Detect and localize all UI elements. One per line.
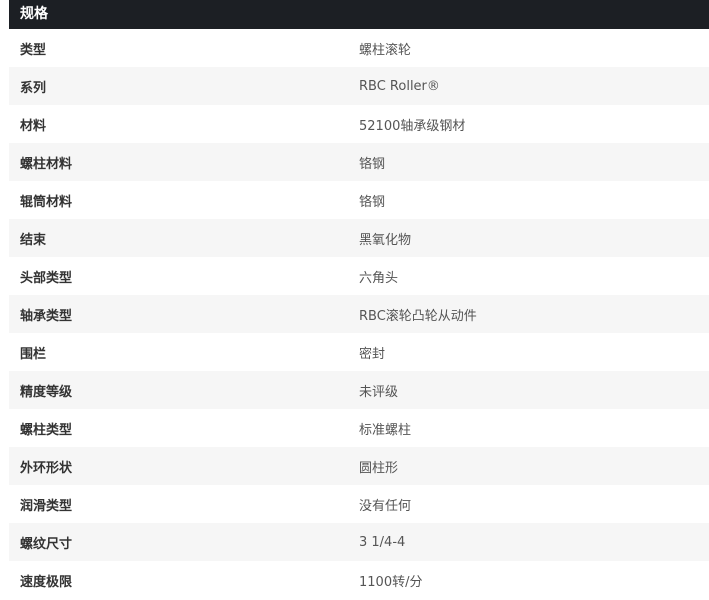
spec-value: 六角头 [359,257,709,295]
spec-row: 辊筒材料 铬钢 [9,181,709,219]
spec-row: 系列 RBC Roller® [9,67,709,105]
spec-value: 铬钢 [359,143,709,181]
spec-row: 类型 螺柱滚轮 [9,29,709,67]
spec-label: 头部类型 [9,257,359,295]
spec-value: 3 1/4-4 [359,523,709,561]
spec-value: RBC Roller® [359,67,709,105]
spec-row: 结束 黑氧化物 [9,219,709,257]
spec-value: RBC滚轮凸轮从动件 [359,295,709,333]
spec-row: 速度极限 1100转/分 [9,561,709,599]
spec-label: 材料 [9,105,359,143]
spec-header-row: 规格 [9,0,709,29]
spec-row: 精度等级 未评级 [9,371,709,409]
spec-row: 轴承类型 RBC滚轮凸轮从动件 [9,295,709,333]
spec-value: 密封 [359,333,709,371]
spec-value: 铬钢 [359,181,709,219]
spec-row: 外环形状 圆柱形 [9,447,709,485]
spec-body: 类型 螺柱滚轮 系列 RBC Roller® 材料 52100轴承级钢材 螺柱材… [9,29,709,599]
spec-label: 外环形状 [9,447,359,485]
spec-label: 辊筒材料 [9,181,359,219]
spec-row: 螺纹尺寸 3 1/4-4 [9,523,709,561]
spec-value: 未评级 [359,371,709,409]
spec-value: 圆柱形 [359,447,709,485]
spec-value: 标准螺柱 [359,409,709,447]
spec-label: 精度等级 [9,371,359,409]
spec-value: 黑氧化物 [359,219,709,257]
spec-label: 螺柱材料 [9,143,359,181]
spec-table: 规格 类型 螺柱滚轮 系列 RBC Roller® 材料 52100轴承级钢材 … [9,0,709,599]
spec-row: 螺柱类型 标准螺柱 [9,409,709,447]
spec-label: 螺纹尺寸 [9,523,359,561]
spec-label: 速度极限 [9,561,359,599]
spec-label: 系列 [9,67,359,105]
spec-label: 润滑类型 [9,485,359,523]
spec-row: 材料 52100轴承级钢材 [9,105,709,143]
spec-row: 围栏 密封 [9,333,709,371]
spec-label: 螺柱类型 [9,409,359,447]
spec-value: 1100转/分 [359,561,709,599]
spec-title: 规格 [9,0,709,29]
spec-label: 轴承类型 [9,295,359,333]
spec-label: 围栏 [9,333,359,371]
spec-row: 润滑类型 没有任何 [9,485,709,523]
spec-row: 螺柱材料 铬钢 [9,143,709,181]
spec-label: 结束 [9,219,359,257]
spec-value: 52100轴承级钢材 [359,105,709,143]
spec-value: 没有任何 [359,485,709,523]
spec-label: 类型 [9,29,359,67]
spec-row: 头部类型 六角头 [9,257,709,295]
spec-value: 螺柱滚轮 [359,29,709,67]
page-margin [0,0,9,600]
